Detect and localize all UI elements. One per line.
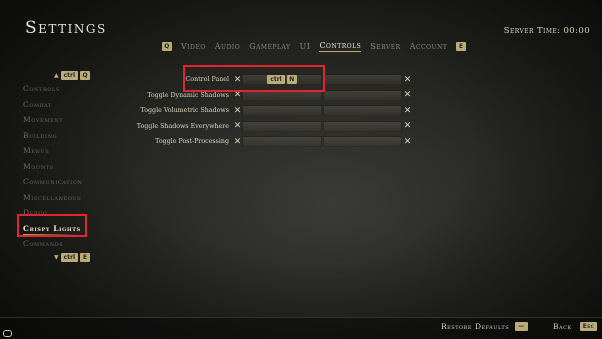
- tab-video[interactable]: Video: [181, 42, 206, 51]
- close-icon[interactable]: ✕: [403, 106, 412, 116]
- tab-next-keycap[interactable]: E: [456, 42, 467, 51]
- sidebar-up-nav[interactable]: ▲ ctrl Q: [54, 70, 103, 81]
- close-icon[interactable]: ✕: [233, 75, 242, 85]
- restore-defaults-button[interactable]: Restore Defaults —: [441, 322, 528, 331]
- binding-keycap: N: [286, 75, 297, 85]
- sidebar: ▲ ctrl Q Controls Combat Movement Buildi…: [23, 70, 103, 263]
- server-time: Server Time: 00:00: [503, 26, 590, 36]
- restore-defaults-keycap: —: [515, 322, 528, 331]
- close-icon[interactable]: ✕: [233, 121, 242, 131]
- secondary-key-slot[interactable]: [323, 105, 402, 117]
- close-icon[interactable]: ✕: [233, 106, 242, 116]
- tab-bar: Q Video Audio Gameplay UI Controls Serve…: [162, 41, 467, 52]
- keybinding-row: Toggle Dynamic Shadows ✕ ✕: [135, 88, 411, 104]
- sidebar-item-crispy-lights[interactable]: Crispy Lights: [23, 221, 103, 237]
- close-icon[interactable]: ✕: [403, 90, 412, 100]
- modifier-keycap: ctrl: [267, 75, 285, 85]
- primary-key-slot[interactable]: [242, 105, 322, 117]
- binding-label: Toggle Shadows Everywhere: [136, 122, 229, 130]
- restore-defaults-label: Restore Defaults: [441, 322, 510, 331]
- page-title: Settings: [25, 18, 107, 38]
- tab-server[interactable]: Server: [370, 42, 400, 51]
- keybinding-row: Control Panel ✕ ctrl N ✕: [135, 72, 411, 88]
- close-icon[interactable]: ✕: [403, 75, 412, 85]
- sidebar-up-mod-keycap: ctrl: [60, 71, 79, 80]
- sidebar-down-mod-keycap: ctrl: [60, 252, 79, 262]
- close-icon[interactable]: ✕: [233, 90, 242, 100]
- sidebar-item-building[interactable]: Building: [23, 128, 103, 144]
- tab-account[interactable]: Account: [410, 42, 448, 51]
- sidebar-item-mounts[interactable]: Mounts: [23, 159, 103, 175]
- sidebar-item-miscellaneous[interactable]: Miscellaneous: [23, 190, 103, 206]
- back-label: Back: [553, 322, 572, 331]
- tab-prev-keycap[interactable]: Q: [162, 42, 172, 51]
- secondary-key-slot[interactable]: [323, 136, 402, 148]
- primary-key-slot[interactable]: [242, 89, 322, 101]
- close-icon[interactable]: ✕: [403, 137, 412, 147]
- secondary-key-slot[interactable]: [323, 74, 402, 86]
- keybinding-row: Toggle Volumetric Shadows ✕ ✕: [135, 103, 411, 119]
- sidebar-item-commands[interactable]: Commands: [23, 236, 103, 252]
- tab-ui[interactable]: UI: [300, 42, 311, 51]
- sidebar-item-combat[interactable]: Combat: [23, 97, 103, 113]
- tab-audio[interactable]: Audio: [215, 42, 240, 51]
- back-keycap: Esc: [579, 322, 598, 331]
- tab-controls[interactable]: Controls: [319, 41, 362, 52]
- binding-label: Toggle Post-Processing: [155, 138, 229, 146]
- close-icon[interactable]: ✕: [403, 121, 412, 131]
- keybinding-row: Toggle Post-Processing ✕ ✕: [135, 134, 411, 150]
- sidebar-item-movement[interactable]: Movement: [23, 112, 103, 128]
- secondary-key-slot[interactable]: [323, 89, 402, 101]
- binding-label: Control Panel: [185, 76, 229, 84]
- sidebar-item-communication[interactable]: Communication: [23, 174, 103, 190]
- primary-key-slot[interactable]: ctrl N: [242, 74, 322, 86]
- tab-gameplay[interactable]: Gameplay: [249, 42, 290, 51]
- sidebar-item-debug[interactable]: Debug: [23, 205, 103, 221]
- chevron-up-icon: ▲: [54, 72, 59, 79]
- sidebar-down-nav[interactable]: ▼ ctrl E: [54, 252, 103, 263]
- primary-key-slot[interactable]: [242, 120, 322, 132]
- keybinding-row: Toggle Shadows Everywhere ✕ ✕: [135, 119, 411, 135]
- back-button[interactable]: Back Esc: [553, 322, 598, 331]
- chat-bubble-icon[interactable]: [3, 330, 12, 337]
- sidebar-item-controls[interactable]: Controls: [23, 81, 103, 97]
- sidebar-up-keycap: Q: [80, 71, 91, 80]
- sidebar-down-keycap: E: [80, 252, 91, 262]
- sidebar-item-menus[interactable]: Menus: [23, 143, 103, 159]
- keybinding-list: Control Panel ✕ ctrl N ✕ Toggle Dynamic …: [135, 72, 411, 150]
- close-icon[interactable]: ✕: [233, 137, 242, 147]
- chevron-down-icon: ▼: [54, 253, 59, 261]
- primary-key-slot[interactable]: [242, 136, 322, 148]
- binding-label: Toggle Volumetric Shadows: [140, 107, 229, 115]
- secondary-key-slot[interactable]: [323, 120, 402, 132]
- binding-label: Toggle Dynamic Shadows: [147, 91, 229, 99]
